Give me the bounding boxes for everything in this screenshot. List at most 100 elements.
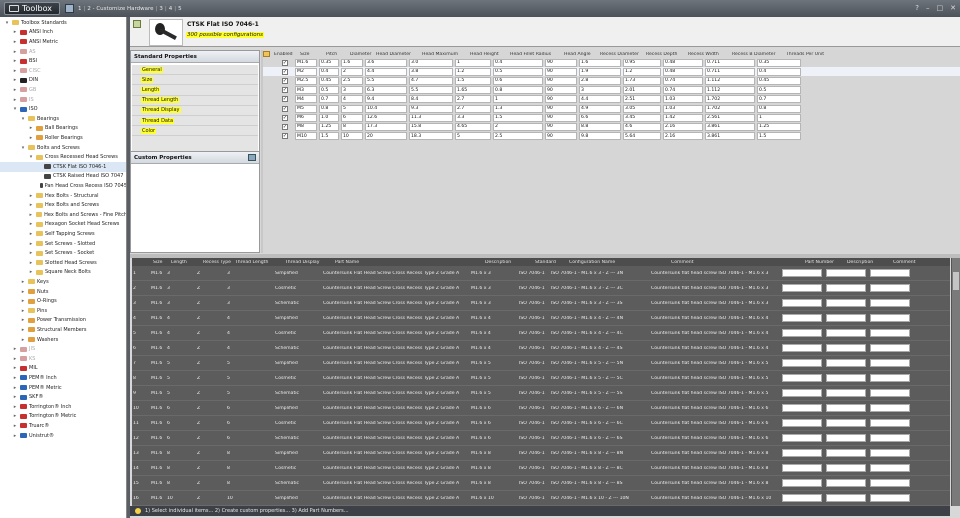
expand-toggle-icon[interactable]: ▸ [12,365,18,371]
enabled-checkbox[interactable]: ✓ [282,123,288,130]
tree-node[interactable]: CTSK Flat ISO 7046-1 [0,162,126,172]
expand-toggle-icon[interactable]: ▸ [12,39,18,45]
part-number-input[interactable] [782,329,822,337]
config-cell[interactable]: 0.5 [493,67,543,76]
config-cell[interactable]: 0.45 [757,76,801,85]
tree-node[interactable]: ▸ PEM® Metric [0,383,126,393]
comment-input[interactable] [870,269,910,277]
enabled-checkbox[interactable]: ✓ [282,96,288,103]
config-cell[interactable]: 4.9 [579,104,621,113]
config-cell[interactable]: 2.51 [623,95,661,104]
config-cell[interactable]: 10 [341,132,363,141]
expand-toggle-icon[interactable]: ▸ [12,394,18,400]
config-cell[interactable]: 1 [455,58,491,67]
description-input[interactable] [826,464,866,472]
config-cell[interactable]: 0.711 [705,67,755,76]
description-input[interactable] [826,269,866,277]
row-selector[interactable] [263,77,270,85]
breadcrumb-step-2[interactable]: 2 - Customize Hardware [87,6,153,12]
tree-node[interactable]: ▸ Power Transmission [0,316,126,326]
expand-toggle-icon[interactable]: ▸ [12,77,18,83]
description-input[interactable] [826,494,866,502]
grid-row[interactable]: 1 M1.6 3 Z 3 Simplified Countersunk Flat Head … [132,266,950,281]
comment-input[interactable] [870,449,910,457]
expand-toggle-icon[interactable]: ▸ [12,356,18,362]
expand-toggle-icon[interactable]: ▸ [12,404,18,410]
expand-toggle-icon[interactable]: ▸ [12,68,18,74]
config-cell[interactable]: M1.6 [295,58,317,67]
config-cell[interactable]: 1.112 [705,76,755,85]
grid-row[interactable]: 2 M1.6 3 Z 3 Cosmetic Countersunk Flat Head Sc… [132,281,950,296]
config-cell[interactable]: 0.74 [663,86,703,95]
enabled-checkbox[interactable]: ✓ [282,114,288,121]
row-selector[interactable] [263,105,270,113]
config-cell[interactable]: 0.8 [493,86,543,95]
enabled-checkbox[interactable]: ✓ [282,133,288,140]
config-cell[interactable]: 1.6 [579,58,621,67]
config-cell[interactable]: 18.3 [409,132,453,141]
part-number-input[interactable] [782,389,822,397]
tree-node[interactable]: ▸ JIS [0,344,126,354]
tree-node[interactable]: ▸ Washers [0,335,126,345]
config-cell[interactable]: 90 [545,132,577,141]
config-cell[interactable]: 6.6 [579,113,621,122]
config-cell[interactable]: 1.03 [663,95,703,104]
config-cell[interactable]: 0.45 [319,76,339,85]
part-number-input[interactable] [782,299,822,307]
toolbox-title-button[interactable]: Toolbox [4,2,60,15]
config-cell[interactable]: 5.5 [409,86,453,95]
enabled-checkbox[interactable]: ✓ [282,77,288,84]
expand-toggle-icon[interactable]: ▸ [20,289,26,295]
config-cell[interactable]: 11.3 [409,113,453,122]
part-number-input[interactable] [782,269,822,277]
config-cell[interactable]: 2.5 [493,132,543,141]
tree-node[interactable]: ▸ Nuts [0,287,126,297]
config-cell[interactable]: 90 [545,67,577,76]
tree-node[interactable]: ▸ ANSI Metric [0,37,126,47]
config-cell[interactable]: 2.5 [341,76,363,85]
tree-node[interactable]: ▸ Self Tapping Screws [0,229,126,239]
expand-toggle-icon[interactable]: ▸ [12,423,18,429]
expand-toggle-icon[interactable]: ▸ [28,125,34,131]
config-cell[interactable]: 90 [545,58,577,67]
part-number-input[interactable] [782,359,822,367]
config-cell[interactable]: 1.2 [623,67,661,76]
breadcrumb-step-3[interactable]: 3 [159,6,163,12]
config-cell[interactable]: 1.5 [455,76,491,85]
config-cell[interactable]: 1.9 [579,67,621,76]
config-cell[interactable]: 0.4 [493,58,543,67]
config-cell[interactable]: 0.48 [663,58,703,67]
comment-input[interactable] [870,419,910,427]
comment-input[interactable] [870,479,910,487]
config-cell[interactable]: 2.7 [455,104,491,113]
config-cell[interactable]: 1.702 [705,104,755,113]
part-number-input[interactable] [782,464,822,472]
tree-node[interactable]: ▸ Truarc® [0,421,126,431]
expand-toggle-icon[interactable]: ▾ [20,116,26,122]
config-cell[interactable]: 20 [365,132,407,141]
part-number-input[interactable] [782,449,822,457]
toolbox-tree-panel[interactable]: ▾ Toolbox Standards ▸ ANSI Inch ▸ ANSI Metric… [0,17,127,518]
description-input[interactable] [826,449,866,457]
comment-input[interactable] [870,494,910,502]
tree-node[interactable]: ▸ BSI [0,56,126,66]
row-selector[interactable] [263,95,270,103]
comment-input[interactable] [870,374,910,382]
config-cell[interactable]: M2 [295,67,317,76]
tree-node[interactable]: ▸ Hex Bolts - Structural [0,191,126,201]
config-cell[interactable]: 0.7 [319,95,339,104]
config-cell[interactable]: 0.4 [757,67,801,76]
config-cell[interactable]: 0.711 [705,58,755,67]
part-number-input[interactable] [782,494,822,502]
config-cell[interactable]: 0.35 [319,58,339,67]
comment-input[interactable] [870,329,910,337]
expand-toggle-icon[interactable]: ▸ [28,260,34,266]
tree-node[interactable]: Pan Head Cross Recess ISO 7045 [0,181,126,191]
tree-node[interactable]: ▸ ANSI Inch [0,28,126,38]
config-cell[interactable]: 90 [545,95,577,104]
save-icon[interactable] [65,4,74,13]
expand-toggle-icon[interactable]: ▸ [28,202,34,208]
description-input[interactable] [826,419,866,427]
config-cell[interactable]: 1.03 [663,104,703,113]
expand-toggle-icon[interactable]: ▸ [12,49,18,55]
